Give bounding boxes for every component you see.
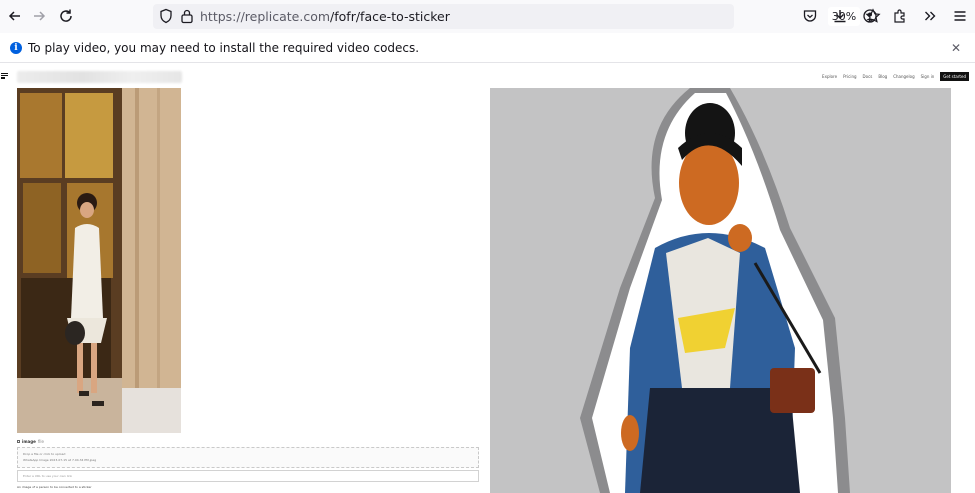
output-sticker-image — [490, 88, 951, 493]
forward-button[interactable] — [24, 2, 54, 30]
nav-explore[interactable]: Explore — [822, 74, 837, 79]
nav-docs[interactable]: Docs — [863, 74, 873, 79]
nav-changelog[interactable]: Changelog — [893, 74, 914, 79]
shield-icon[interactable] — [158, 8, 174, 24]
input-name: image — [22, 439, 36, 444]
input-type-tag: file — [37, 439, 44, 444]
downloads-button[interactable] — [825, 2, 855, 30]
image-input-label: image file — [17, 439, 44, 444]
arrow-right-icon — [34, 11, 46, 21]
lock-icon[interactable] — [180, 8, 194, 24]
reload-button[interactable] — [51, 2, 81, 30]
get-started-button[interactable]: Get started — [940, 72, 969, 81]
url-input-placeholder: Enter a URL to use your own link — [23, 474, 73, 478]
extensions-button[interactable] — [885, 2, 915, 30]
site-nav: Explore Pricing Docs Blog Changelog Sign… — [822, 72, 969, 81]
pocket-icon — [803, 10, 817, 22]
uploaded-file-name: WhatsApp Image 2023-07-15 at 7.04.34 PM.… — [23, 458, 97, 462]
codec-notification-bar: i To play video, you may need to install… — [0, 33, 975, 63]
nav-pricing[interactable]: Pricing — [843, 74, 856, 79]
reload-icon — [60, 9, 72, 22]
address-bar[interactable]: https://replicate.com/fofr/face-to-stick… — [153, 4, 881, 29]
drop-hint: Drop a file or click to upload — [23, 452, 66, 456]
web-page: Explore Pricing Docs Blog Changelog Sign… — [0, 66, 975, 493]
url-domain: https://replicate.com — [200, 9, 331, 24]
overflow-button[interactable] — [915, 2, 945, 30]
file-dropzone[interactable]: Drop a file or click to upload WhatsApp … — [17, 447, 479, 468]
input-helper-text: An image of a person to be converted to … — [17, 485, 92, 489]
nav-sign-in[interactable]: Sign in — [921, 74, 935, 79]
url-path: /fofr/face-to-sticker — [330, 9, 450, 24]
notification-message: To play video, you may need to install t… — [28, 41, 420, 55]
account-icon — [863, 9, 877, 23]
download-icon — [834, 10, 846, 23]
replicate-logo-icon[interactable] — [1, 73, 8, 79]
close-icon[interactable]: ✕ — [951, 41, 961, 55]
info-icon: i — [10, 42, 22, 54]
arrow-left-icon — [8, 11, 20, 21]
pocket-button[interactable] — [795, 2, 825, 30]
model-title-blurred — [17, 71, 182, 83]
browser-toolbar: https://replicate.com/fofr/face-to-stick… — [0, 0, 975, 33]
chevrons-right-icon — [925, 11, 936, 21]
image-url-input[interactable]: Enter a URL to use your own link — [17, 470, 479, 482]
account-button[interactable] — [855, 2, 885, 30]
hamburger-menu-icon — [954, 11, 966, 21]
menu-button[interactable] — [945, 2, 975, 30]
input-photo — [17, 88, 181, 433]
nav-blog[interactable]: Blog — [878, 74, 887, 79]
puzzle-icon — [894, 9, 905, 23]
url-text[interactable]: https://replicate.com/fofr/face-to-stick… — [200, 9, 450, 24]
file-icon — [17, 440, 20, 443]
